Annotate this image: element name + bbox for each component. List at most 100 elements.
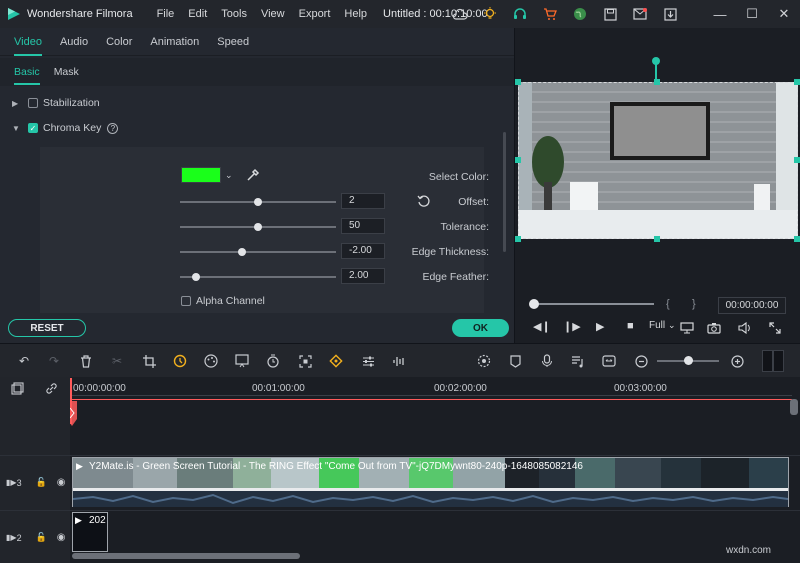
audio-mixer-icon[interactable] xyxy=(392,354,406,368)
stabilization-row[interactable]: ▶ Stabilization xyxy=(12,97,100,109)
mark-out-bracket[interactable]: } xyxy=(692,298,696,310)
quality-chevron-icon[interactable]: ⌄ xyxy=(668,320,676,331)
layout-toggle[interactable] xyxy=(762,350,784,372)
edge-feather-slider[interactable] xyxy=(180,273,336,281)
resize-handle[interactable] xyxy=(794,79,800,85)
download-icon[interactable] xyxy=(662,6,678,22)
collapse-arrow-icon[interactable]: ▼ xyxy=(12,124,22,133)
reset-button[interactable]: RESET xyxy=(8,319,86,337)
expand-arrow-icon[interactable]: ▶ xyxy=(12,99,22,108)
tolerance-slider-knob[interactable] xyxy=(254,223,262,231)
prev-frame-icon[interactable]: ◀❙ xyxy=(533,320,551,333)
tab-speed[interactable]: Speed xyxy=(217,28,249,56)
edge-thickness-slider[interactable] xyxy=(180,248,336,256)
resize-handle[interactable] xyxy=(515,236,521,242)
cut-icon[interactable]: ✂ xyxy=(110,354,124,368)
rotate-handle[interactable] xyxy=(652,57,660,65)
chevron-down-icon[interactable]: ⌄ xyxy=(225,170,233,181)
playback-progress-bar[interactable] xyxy=(530,303,654,305)
timeline-vertical-scrollbar[interactable] xyxy=(790,399,798,415)
resize-handle[interactable] xyxy=(794,157,800,163)
video-clip[interactable]: ▶ Y2Mate.is - Green Screen Tutorial - Th… xyxy=(72,457,789,507)
offset-slider[interactable] xyxy=(180,198,336,206)
mail-icon[interactable] xyxy=(632,6,648,22)
keyframe-icon[interactable] xyxy=(329,354,343,368)
duration-icon[interactable] xyxy=(266,354,280,368)
mark-in-bracket[interactable]: { xyxy=(666,298,670,310)
save-icon[interactable] xyxy=(602,6,618,22)
zoom-slider-knob[interactable] xyxy=(684,356,693,365)
headset-icon[interactable] xyxy=(512,6,528,22)
color-palette-icon[interactable] xyxy=(204,354,218,368)
timeline-horizontal-scrollbar[interactable] xyxy=(72,553,300,559)
microphone-icon[interactable] xyxy=(540,354,554,368)
play-icon[interactable]: ▶ xyxy=(596,320,604,333)
eye-icon[interactable]: ◉ xyxy=(57,532,66,543)
chroma-key-checkbox[interactable]: ✓ xyxy=(28,123,38,133)
fullscreen-icon[interactable] xyxy=(769,322,781,334)
crop-icon[interactable] xyxy=(142,354,156,368)
tab-color[interactable]: Color xyxy=(106,28,132,56)
resize-handle[interactable] xyxy=(515,79,521,85)
lock-icon[interactable]: 🔓 xyxy=(36,477,47,488)
alpha-channel-row[interactable]: Alpha Channel xyxy=(181,295,265,307)
menu-export[interactable]: Export xyxy=(299,8,331,20)
timeline-ruler[interactable]: 00:00:00:00 00:01:00:00 00:02:00:00 00:0… xyxy=(70,377,792,399)
video-clip-2[interactable]: ▶ 202 xyxy=(72,512,108,552)
volume-icon[interactable] xyxy=(738,322,752,334)
edge-feather-slider-knob[interactable] xyxy=(191,273,200,281)
cloud-icon[interactable] xyxy=(452,6,468,22)
chroma-key-row[interactable]: ▼ ✓ Chroma Key ? xyxy=(12,122,119,134)
tolerance-slider[interactable] xyxy=(180,223,336,231)
zoom-in-icon[interactable] xyxy=(730,354,744,368)
edge-thickness-value[interactable]: -2.00 xyxy=(341,243,385,259)
panel-scrollbar[interactable] xyxy=(503,132,506,252)
globe-icon[interactable] xyxy=(572,6,588,22)
marker-icon[interactable] xyxy=(508,354,522,368)
step-back-icon[interactable]: ❙▶ xyxy=(563,320,581,333)
add-track-icon[interactable] xyxy=(11,382,24,395)
voiceover-list-icon[interactable] xyxy=(571,354,585,368)
alpha-channel-checkbox[interactable] xyxy=(181,296,191,306)
menu-edit[interactable]: Edit xyxy=(188,8,207,20)
tab-video[interactable]: Video xyxy=(14,28,42,56)
reset-rotate-icon[interactable] xyxy=(417,194,431,208)
zoom-out-icon[interactable] xyxy=(634,354,648,368)
resize-handle[interactable] xyxy=(654,79,660,85)
lightbulb-icon[interactable] xyxy=(482,6,498,22)
offset-slider-knob[interactable] xyxy=(254,198,262,206)
quality-select[interactable]: Full xyxy=(649,320,665,331)
resize-handle[interactable] xyxy=(654,236,660,242)
stop-icon[interactable]: ■ xyxy=(627,320,634,332)
offset-value[interactable]: 2 xyxy=(341,193,385,209)
green-screen-icon[interactable] xyxy=(235,354,249,368)
cart-icon[interactable] xyxy=(542,6,558,22)
redo-icon[interactable]: ↷ xyxy=(47,354,61,368)
edge-feather-value[interactable]: 2.00 xyxy=(341,268,385,284)
color-swatch[interactable] xyxy=(181,167,221,183)
stabilization-checkbox[interactable] xyxy=(28,98,38,108)
ok-button[interactable]: OK xyxy=(452,319,509,337)
monitor-icon[interactable] xyxy=(680,322,694,334)
snap-icon[interactable] xyxy=(602,354,616,368)
help-icon[interactable]: ? xyxy=(107,122,119,134)
delete-icon[interactable] xyxy=(79,354,93,368)
camera-icon[interactable] xyxy=(707,322,721,334)
close-icon[interactable]: ✕ xyxy=(768,0,800,28)
link-icon[interactable] xyxy=(45,382,58,395)
playback-progress-knob[interactable] xyxy=(529,299,539,309)
resize-handle[interactable] xyxy=(794,236,800,242)
undo-icon[interactable]: ↶ xyxy=(17,354,31,368)
speed-icon[interactable] xyxy=(173,354,187,368)
menu-view[interactable]: View xyxy=(261,8,285,20)
minimize-icon[interactable]: — xyxy=(704,0,736,28)
resize-handle[interactable] xyxy=(515,157,521,163)
menu-help[interactable]: Help xyxy=(344,8,367,20)
tab-basic[interactable]: Basic xyxy=(14,59,40,85)
eye-icon[interactable]: ◉ xyxy=(57,477,66,488)
tolerance-value[interactable]: 50 xyxy=(341,218,385,234)
fit-frame-icon[interactable] xyxy=(298,354,312,368)
tab-animation[interactable]: Animation xyxy=(150,28,199,56)
render-icon[interactable] xyxy=(477,354,491,368)
tab-audio[interactable]: Audio xyxy=(60,28,88,56)
